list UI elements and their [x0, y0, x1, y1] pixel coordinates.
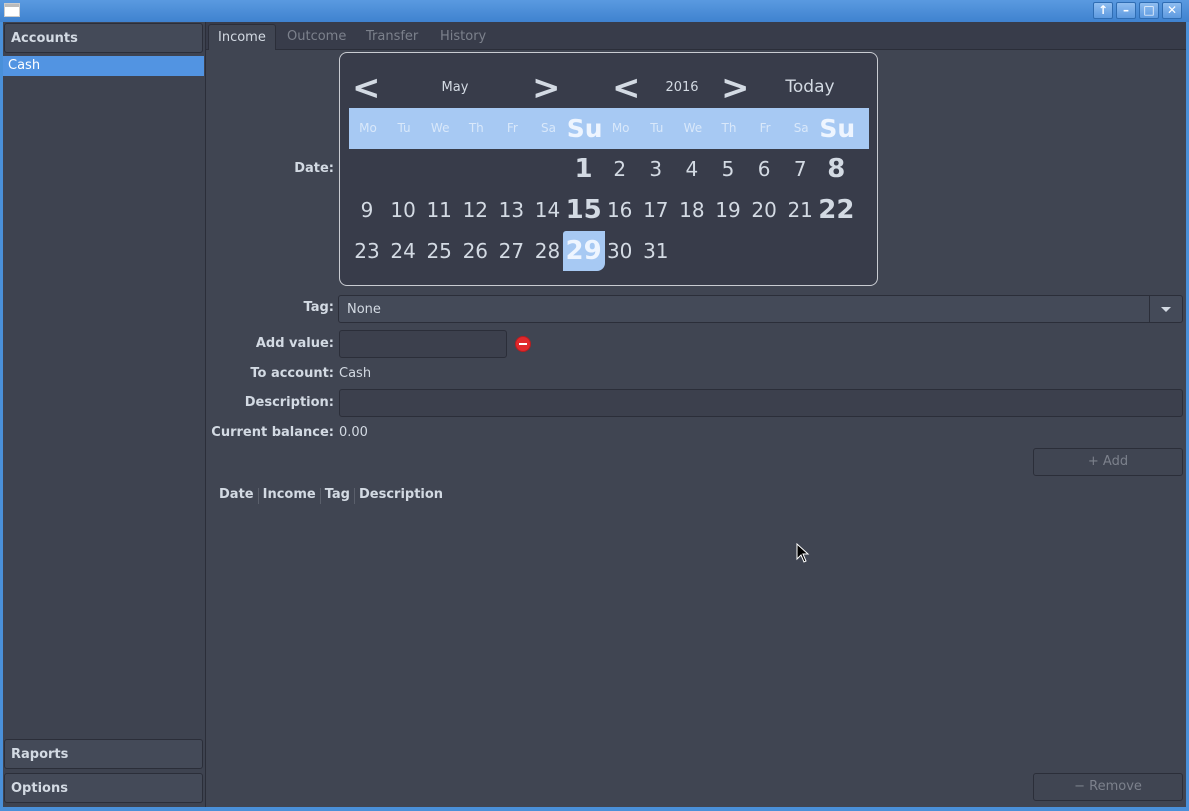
calendar-day[interactable]: 1 [566, 149, 602, 189]
weekday-label: Th [468, 121, 484, 135]
calendar-day[interactable]: 28 [530, 231, 566, 271]
tab-history[interactable]: History [431, 24, 495, 49]
weekday-label: Tu [650, 121, 664, 135]
calendar-day[interactable]: 29 [562, 231, 605, 271]
clear-value-icon[interactable] [515, 336, 531, 352]
calendar-day[interactable]: 20 [746, 190, 782, 230]
options-header[interactable]: Options [4, 773, 203, 803]
calendar-day[interactable]: 8 [818, 149, 854, 189]
calendar-day[interactable]: 30 [602, 231, 638, 271]
calendar-day[interactable]: 7 [782, 149, 818, 189]
column-description[interactable]: Description [355, 488, 447, 504]
weekday-label: We [430, 121, 450, 135]
calendar-day[interactable]: 26 [457, 231, 493, 271]
weekday-label: Tu [397, 121, 411, 135]
to-account-label: To account: [250, 366, 334, 381]
next-month-button[interactable]: > [532, 71, 561, 105]
weekday-label: Mo [611, 121, 630, 135]
tab-transfer[interactable]: Transfer [357, 24, 427, 49]
calendar-day[interactable]: 4 [674, 149, 710, 189]
calendar-day[interactable]: 9 [349, 190, 385, 230]
calendar-day[interactable]: 3 [638, 149, 674, 189]
description-label: Description: [244, 395, 334, 410]
today-button[interactable]: Today [780, 77, 840, 97]
weekday-label: We [683, 121, 703, 135]
prev-year-button[interactable]: < [612, 71, 641, 105]
app-window-icon [4, 3, 20, 17]
mouse-cursor-icon [796, 543, 810, 563]
tag-value: None [347, 302, 381, 317]
add-value-input[interactable] [339, 330, 507, 358]
calendar-day[interactable]: 17 [638, 190, 674, 230]
next-year-button[interactable]: > [721, 71, 750, 105]
remove-button[interactable]: − Remove [1033, 773, 1183, 801]
transactions-table-header: Date Income Tag Description [215, 488, 447, 504]
tab-income[interactable]: Income [208, 24, 276, 50]
calendar-day[interactable]: 27 [493, 231, 529, 271]
current-balance-label: Current balance: [211, 425, 334, 440]
raports-header[interactable]: Raports [4, 739, 203, 769]
add-button[interactable]: + Add [1033, 448, 1183, 476]
accounts-header[interactable]: Accounts [4, 23, 203, 53]
main-panel: Income Outcome Transfer History Date: Ta… [206, 22, 1186, 807]
weekday-label: Th [721, 121, 737, 135]
maximize-button[interactable]: □ [1139, 2, 1159, 19]
column-tag[interactable]: Tag [321, 488, 355, 504]
calendar-day[interactable]: 24 [385, 231, 421, 271]
calendar-day[interactable]: 21 [782, 190, 818, 230]
accounts-list: Cash [3, 56, 204, 76]
weekday-label: Su [566, 114, 603, 143]
calendar-day[interactable]: 31 [638, 231, 674, 271]
weekday-label: Mo [359, 121, 377, 135]
weekday-label: Fr [759, 121, 771, 135]
calendar-day[interactable]: 11 [421, 190, 457, 230]
shade-button[interactable]: ↑ [1093, 2, 1113, 19]
calendar-day[interactable]: 15 [566, 190, 602, 230]
calendar-day[interactable]: 6 [746, 149, 782, 189]
current-balance-value: 0.00 [339, 425, 368, 440]
to-account-value: Cash [339, 366, 372, 381]
calendar-day[interactable]: 14 [530, 190, 566, 230]
title-bar: ↑ – □ ✕ [0, 0, 1189, 22]
month-label: May [441, 80, 469, 95]
column-date[interactable]: Date [215, 488, 259, 504]
calendar-day[interactable]: 13 [493, 190, 529, 230]
calendar-day[interactable]: 22 [818, 190, 854, 230]
app-window: Accounts Cash Raports Options Income Out… [3, 22, 1186, 807]
weekday-label: Fr [506, 121, 518, 135]
minimize-button[interactable]: – [1116, 2, 1136, 19]
calendar-day[interactable]: 10 [385, 190, 421, 230]
account-item-cash[interactable]: Cash [3, 56, 204, 76]
tag-label: Tag: [303, 300, 334, 315]
calendar-day[interactable]: 5 [710, 149, 746, 189]
chevron-down-icon[interactable] [1149, 296, 1182, 322]
prev-month-button[interactable]: < [352, 71, 381, 105]
sidebar: Accounts Cash Raports Options [3, 22, 206, 807]
tab-bar: Income Outcome Transfer History [206, 22, 1186, 50]
calendar-day[interactable]: 2 [602, 149, 638, 189]
tab-outcome[interactable]: Outcome [278, 24, 355, 49]
calendar-day[interactable]: 16 [602, 190, 638, 230]
tag-combobox[interactable]: None [338, 295, 1183, 323]
weekday-label: Sa [793, 121, 809, 135]
weekday-label: Su [819, 114, 856, 143]
date-calendar-popup: < May > < 2016 > Today Mo Tu We Th Fr Sa Su Mo T… [339, 52, 878, 286]
add-value-label: Add value: [255, 336, 334, 351]
calendar-day[interactable]: 12 [457, 190, 493, 230]
column-income[interactable]: Income [259, 488, 321, 504]
calendar-day[interactable]: 25 [421, 231, 457, 271]
year-label: 2016 [665, 80, 699, 95]
weekday-label: Sa [541, 121, 556, 135]
calendar-day[interactable]: 19 [710, 190, 746, 230]
calendar-day[interactable]: 23 [349, 231, 385, 271]
description-input[interactable] [339, 389, 1183, 417]
close-button[interactable]: ✕ [1162, 2, 1182, 19]
date-label: Date: [294, 161, 334, 176]
calendar-day[interactable]: 18 [674, 190, 710, 230]
weekday-header: Mo Tu We Th Fr Sa Su Mo Tu We Th Fr Sa Su [349, 108, 869, 149]
